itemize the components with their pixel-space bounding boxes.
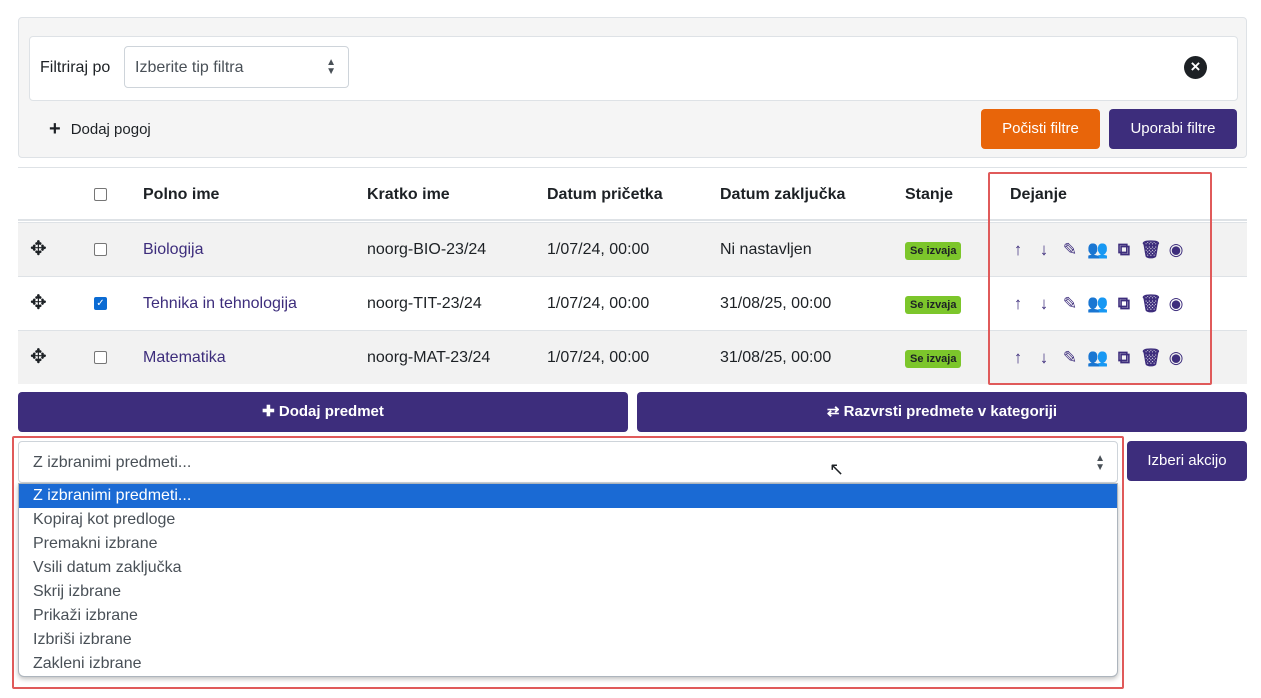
header-end-date[interactable]: Datum zaključka <box>720 168 845 222</box>
course-name-link[interactable]: Matematika <box>143 331 226 385</box>
sort-courses-button[interactable]: ⇄ Razvrsti predmete v kategoriji <box>637 392 1247 432</box>
status-badge: Se izvaja <box>905 296 962 314</box>
row-checkbox[interactable] <box>94 351 107 364</box>
header-full-name[interactable]: Polno ime <box>143 168 219 222</box>
option-move-selected[interactable]: Premakni izbrane <box>19 532 1117 556</box>
shuffle-icon: ⇄ <box>826 403 844 420</box>
add-course-button[interactable]: ✚ Dodaj predmet <box>18 392 628 432</box>
course-start-date: 1/07/24, 00:00 <box>547 349 650 366</box>
remove-filter-icon[interactable]: × <box>1184 56 1207 79</box>
choose-action-button[interactable]: Izberi akcijo <box>1127 441 1247 481</box>
filter-row: Filtriraj po Izberite tip filtra ▲ ▼ × <box>29 36 1238 101</box>
apply-filters-button[interactable]: Uporabi filtre <box>1109 109 1237 149</box>
option-copy-as-templates[interactable]: Kopiraj kot predloge <box>19 508 1117 532</box>
filter-label: Filtriraj po <box>40 59 111 76</box>
course-start-date: 1/07/24, 00:00 <box>547 295 650 312</box>
header-short-name[interactable]: Kratko ime <box>367 168 450 222</box>
course-end-date: 31/08/25, 00:00 <box>720 295 832 312</box>
course-short-name: noorg-BIO-23/24 <box>367 241 487 258</box>
add-course-label: Dodaj predmet <box>278 403 384 420</box>
option-hide-selected[interactable]: Skrij izbrane <box>19 580 1117 604</box>
bulk-action-options: Z izbranimi predmeti... Kopiraj kot pred… <box>18 483 1118 677</box>
move-icon[interactable]: ✥ <box>30 238 47 260</box>
filter-type-value: Izberite tip filtra <box>135 59 244 76</box>
option-with-selected[interactable]: Z izbranimi predmeti... <box>19 484 1117 508</box>
bulk-action-value: Z izbranimi predmeti... <box>33 454 192 471</box>
select-arrows-icon: ▲ ▼ <box>326 57 336 77</box>
header-start-date[interactable]: Datum pričetka <box>547 168 663 222</box>
add-condition-label: Dodaj pogoj <box>70 121 151 138</box>
mouse-cursor-icon: ↖ <box>829 459 845 479</box>
course-end-date: 31/08/25, 00:00 <box>720 349 832 366</box>
select-all-checkbox[interactable] <box>94 188 107 201</box>
row-checkbox[interactable] <box>94 243 107 256</box>
course-short-name: noorg-MAT-23/24 <box>367 349 491 366</box>
course-name-link[interactable]: Tehnika in tehnologija <box>143 277 297 331</box>
plus-icon: ✚ <box>262 403 279 420</box>
course-short-name: noorg-TIT-23/24 <box>367 295 482 312</box>
move-icon[interactable]: ✥ <box>30 292 47 314</box>
status-badge: Se izvaja <box>905 242 962 260</box>
option-lock-selected[interactable]: Zakleni izbrane <box>19 652 1117 676</box>
option-delete-selected[interactable]: Izbriši izbrane <box>19 628 1117 652</box>
move-icon[interactable]: ✥ <box>30 346 47 368</box>
filter-panel: Filtriraj po Izberite tip filtra ▲ ▼ × + D… <box>18 17 1247 158</box>
bulk-action-select[interactable]: Z izbranimi predmeti... ↖ ▲ ▼ <box>18 441 1118 483</box>
clear-filters-button[interactable]: Počisti filtre <box>981 109 1100 149</box>
actions-highlight-frame <box>988 172 1212 385</box>
course-end-date: Ni nastavljen <box>720 241 812 258</box>
status-badge: Se izvaja <box>905 350 962 368</box>
select-arrows-icon: ▲ ▼ <box>1095 453 1105 473</box>
plus-icon: + <box>49 118 61 140</box>
row-checkbox-checked[interactable]: ✓ <box>94 297 107 310</box>
option-force-end-date[interactable]: Vsili datum zaključka <box>19 556 1117 580</box>
header-status: Stanje <box>905 186 954 203</box>
sort-courses-label: Razvrsti predmete v kategoriji <box>843 403 1058 420</box>
course-name-link[interactable]: Biologija <box>143 223 203 277</box>
option-show-selected[interactable]: Prikaži izbrane <box>19 604 1117 628</box>
course-start-date: 1/07/24, 00:00 <box>547 241 650 258</box>
filter-type-select[interactable]: Izberite tip filtra ▲ ▼ <box>124 46 349 88</box>
add-condition-button[interactable]: + Dodaj pogoj <box>49 118 151 141</box>
